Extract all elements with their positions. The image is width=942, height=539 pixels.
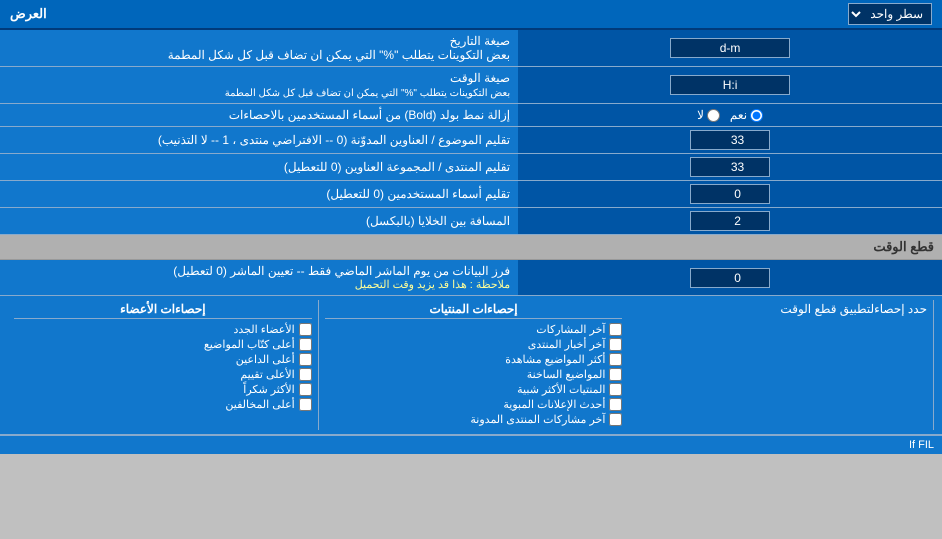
cut-time-value[interactable] [518,260,942,296]
trim-user-label: تقليم أسماء المستخدمين (0 للتعطيل) [0,181,518,208]
cut-time-label: فرز البيانات من يوم الماشر الماضي فقط --… [0,260,518,296]
checkbox-item[interactable] [609,383,622,396]
settings-table: d-m صيغة التاريخ بعض التكوينات يتطلب "%"… [0,30,942,235]
checkbox-item[interactable] [299,323,312,336]
trim-topic-label: تقليم الموضوع / العناوين المدوّنة (0 -- … [0,127,518,154]
table-row: فرز البيانات من يوم الماشر الماضي فقط --… [0,260,942,296]
checkbox-item[interactable] [609,398,622,411]
display-select[interactable]: سطر واحدسطرانثلاثة أسطر [848,3,932,25]
table-row: d-m صيغة التاريخ بعض التكوينات يتطلب "%"… [0,30,942,67]
bold-radio-value[interactable]: نعم لا [518,104,942,127]
cut-time-note: ملاحظة : هذا قد يزيد وقت التحميل [8,278,510,291]
trim-forum-label: تقليم المنتدى / المجموعة العناوين (0 للت… [0,154,518,181]
checkbox-item[interactable] [299,398,312,411]
table-row: صيغة الوقتبعض التكوينات يتطلب "%" التي ي… [0,67,942,104]
list-item: أحدث الإعلانات المبوية [325,398,623,411]
trim-forum-input[interactable] [690,157,770,177]
top-bar-right-label: العرض [10,6,47,22]
trim-user-input[interactable] [690,184,770,204]
stats-section: حدد إحصاءلتطبيق قطع الوقت إحصاءات المنتي… [0,296,942,435]
select-wrapper[interactable]: سطر واحدسطرانثلاثة أسطر [848,3,932,25]
cut-time-input[interactable] [690,268,770,288]
table-row: المسافة بين الخلايا (بالبكسل) [0,208,942,235]
trim-forum-value[interactable] [518,154,942,181]
list-item: المواضيع الساخنة [325,368,623,381]
list-item: أعلى الداعين [14,353,312,366]
list-item: آخر مشاركات المنتدى المدونة [325,413,623,426]
list-item: أعلى المخالفين [14,398,312,411]
stats-grid: حدد إحصاءلتطبيق قطع الوقت إحصاءات المنتي… [8,300,934,430]
checkbox-item[interactable] [299,368,312,381]
footer-note: If FIL [0,435,942,454]
time-format-value[interactable] [518,67,942,104]
trim-topic-value[interactable] [518,127,942,154]
table-row: نعم لا إزالة نمط بولد (Bold) من أسماء ال… [0,104,942,127]
cell-spacing-input[interactable] [690,211,770,231]
stats-col1-title: إحصاءات المنتيات [325,302,623,319]
top-bar: سطر واحدسطرانثلاثة أسطر العرض [0,0,942,30]
checkbox-item[interactable] [609,368,622,381]
table-row: تقليم الموضوع / العناوين المدوّنة (0 -- … [0,127,942,154]
trim-user-value[interactable] [518,181,942,208]
trim-topic-input[interactable] [690,130,770,150]
checkbox-item[interactable] [299,383,312,396]
list-item: الأكثر شكراً [14,383,312,396]
table-row: تقليم المنتدى / المجموعة العناوين (0 للت… [0,154,942,181]
checkbox-item[interactable] [299,353,312,366]
checkbox-item[interactable] [609,338,622,351]
cut-time-table: فرز البيانات من يوم الماشر الماضي فقط --… [0,260,942,296]
cell-spacing-value[interactable] [518,208,942,235]
date-format-input[interactable]: d-m [670,38,790,58]
date-format-value[interactable]: d-m [518,30,942,67]
stats-col1: إحصاءات المنتيات آخر المشاركات آخر أخبار… [319,300,629,430]
stats-col2: إحصاءات الأعضاء الأعضاء الجدد أعلى كتّاب… [8,300,319,430]
bold-radio-yes[interactable] [750,109,763,122]
list-item: آخر أخبار المنتدى [325,338,623,351]
checkbox-item[interactable] [609,323,622,336]
list-item: آخر المشاركات [325,323,623,336]
section-title-cut-time: قطع الوقت [0,235,942,260]
bold-radio-no[interactable] [707,109,720,122]
list-item: الأعضاء الجدد [14,323,312,336]
checkbox-item[interactable] [299,338,312,351]
stats-limit-label: حدد إحصاءلتطبيق قطع الوقت [628,300,934,430]
time-format-input[interactable] [670,75,790,95]
list-item: أعلى كتّاب المواضيع [14,338,312,351]
table-row: تقليم أسماء المستخدمين (0 للتعطيل) [0,181,942,208]
list-item: أكثر المواضيع مشاهدة [325,353,623,366]
list-item: الأعلى تقييم [14,368,312,381]
time-format-label: صيغة الوقتبعض التكوينات يتطلب "%" التي ي… [0,67,518,104]
cell-spacing-label: المسافة بين الخلايا (بالبكسل) [0,208,518,235]
bold-label: إزالة نمط بولد (Bold) من أسماء المستخدمي… [0,104,518,127]
checkbox-item[interactable] [609,353,622,366]
stats-col2-title: إحصاءات الأعضاء [14,302,312,319]
list-item: المنتيات الأكثر شبية [325,383,623,396]
checkbox-item[interactable] [609,413,622,426]
date-format-label: صيغة التاريخ بعض التكوينات يتطلب "%" الت… [0,30,518,67]
